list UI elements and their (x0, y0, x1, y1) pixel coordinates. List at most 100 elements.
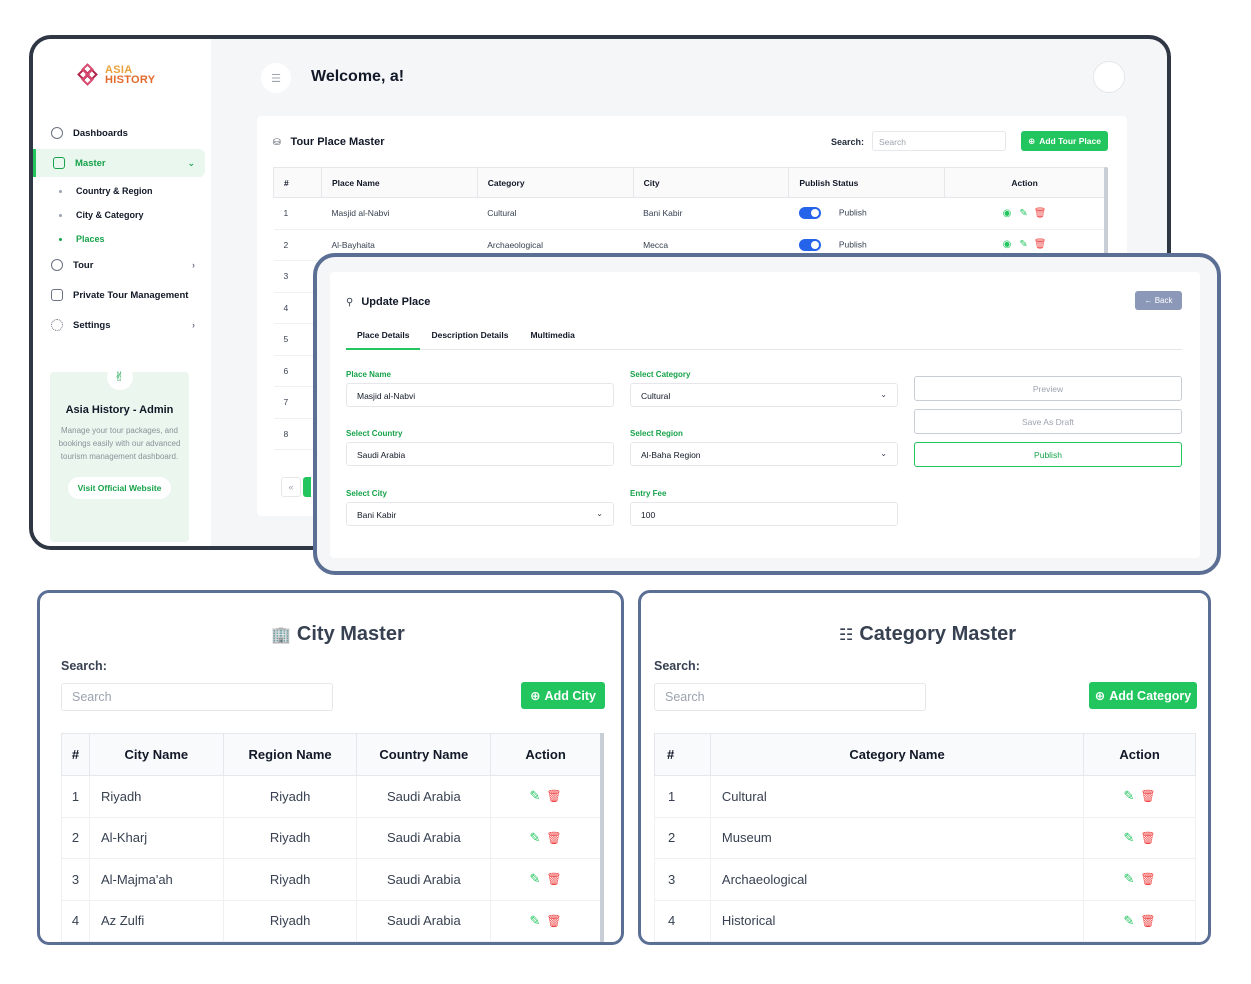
add-city-button[interactable]: ⊕ Add City (521, 682, 605, 709)
back-button[interactable]: ← Back (1135, 291, 1182, 310)
brand-logo[interactable]: ASIA HISTORY (77, 63, 155, 86)
edit-icon[interactable]: ✎ (1124, 871, 1135, 886)
chevron-right-icon: › (192, 260, 195, 270)
visit-website-button[interactable]: Visit Official Website (67, 477, 172, 499)
avatar[interactable] (1093, 61, 1125, 93)
trash-icon[interactable]: 🗑 (1140, 831, 1155, 845)
category-select[interactable]: Cultural ⌄ (630, 383, 898, 407)
column-header[interactable]: Action (1083, 733, 1196, 776)
search-input[interactable]: Search (654, 683, 926, 711)
cell-city: Al-Majma'ah (88, 858, 224, 901)
save-draft-button[interactable]: Save As Draft (914, 409, 1182, 434)
chevron-down-icon: ⌄ (880, 449, 887, 458)
map-icon (51, 289, 63, 301)
search-input[interactable]: Search (61, 683, 333, 711)
column-header[interactable]: City (632, 167, 790, 198)
country-field[interactable]: Saudi Arabia (346, 442, 614, 466)
publish-toggle[interactable] (798, 238, 821, 251)
menu-toggle-button[interactable]: ☰ (261, 63, 291, 93)
column-header[interactable]: Action (944, 167, 1105, 198)
pagination-prev-button[interactable]: « (281, 477, 301, 497)
column-header[interactable]: Category (476, 167, 634, 198)
sidebar-item-settings[interactable]: Settings › (37, 311, 205, 339)
sidebar-item-label: Tour (73, 259, 94, 271)
trash-icon[interactable]: 🗑 (1140, 872, 1155, 886)
trash-icon[interactable]: 🗑 (546, 789, 561, 803)
trash-icon[interactable]: 🗑 (546, 831, 561, 845)
sidebar-item-dashboards[interactable]: Dashboards (37, 119, 205, 147)
bullet-icon (59, 189, 62, 193)
edit-icon[interactable]: ✎ (530, 830, 541, 845)
eye-icon[interactable]: ◉ (1003, 208, 1012, 219)
cell-category: Museum (709, 816, 1085, 859)
city-select[interactable]: Bani Kabir ⌄ (346, 502, 614, 526)
sidebar-item-label: Settings (73, 319, 111, 331)
sidebar-item-tour[interactable]: Tour › (37, 251, 205, 279)
trash-icon[interactable]: 🗑 (546, 872, 561, 886)
search-input[interactable]: Search (872, 131, 1006, 151)
cell-region: Riyadh (222, 858, 358, 901)
region-label: Select Region (630, 429, 683, 438)
city-table: # City Name Region Name Country Name Act… (61, 733, 601, 942)
cell-region: Riyadh (222, 816, 358, 859)
edit-icon[interactable]: ✎ (1124, 830, 1135, 845)
trash-icon[interactable]: 🗑 (1140, 789, 1155, 803)
column-header[interactable]: Country Name (356, 733, 492, 776)
sidebar-subitem-label: Places (76, 234, 105, 244)
edit-icon[interactable]: ✎ (1019, 208, 1027, 219)
sidebar-item-label: Private Tour Management (73, 289, 189, 301)
preview-button[interactable]: Preview (914, 376, 1182, 401)
tab-place-details[interactable]: Place Details (346, 330, 421, 350)
trash-icon[interactable]: 🗑 (1140, 914, 1155, 928)
trash-icon[interactable]: 🗑 (1034, 239, 1047, 250)
publish-toggle[interactable] (798, 207, 821, 220)
column-header[interactable]: City Name (88, 733, 224, 776)
menu-icon: ☰ (271, 72, 281, 85)
select-value: Cultural (641, 391, 671, 401)
logo-icon (77, 63, 99, 86)
add-category-button[interactable]: ⊕ Add Category (1089, 682, 1197, 709)
place-name-field[interactable]: Masjid al-Nabvi (346, 383, 614, 407)
tab-bar: Place Details Description Details Multim… (346, 330, 1182, 350)
select-value: Al-Baha Region (641, 450, 701, 460)
column-header[interactable]: # (654, 733, 711, 776)
chevron-down-icon: ⌄ (187, 157, 195, 168)
edit-icon[interactable]: ✎ (530, 871, 541, 886)
tab-multimedia[interactable]: Multimedia (519, 330, 585, 350)
city-label: Select City (346, 489, 387, 498)
column-header[interactable]: # (61, 733, 90, 776)
table-row: 1 Masjid al-Nabvi Cultural Bani Kabir Pu… (273, 197, 1105, 230)
pagination-page-button[interactable] (303, 477, 311, 497)
sidebar-subitem-country-region[interactable]: Country & Region (37, 179, 205, 203)
column-header[interactable]: Place Name (320, 167, 478, 198)
home-icon (51, 127, 63, 139)
publish-button[interactable]: Publish (914, 442, 1182, 467)
column-header[interactable]: Region Name (222, 733, 358, 776)
cell-city: Riyadh (88, 775, 224, 818)
sidebar-item-master[interactable]: Master ⌄ (33, 149, 205, 177)
entry-fee-field[interactable]: 100 (630, 502, 898, 526)
tab-description-details[interactable]: Description Details (420, 330, 519, 350)
edit-icon[interactable]: ✎ (530, 913, 541, 928)
region-select[interactable]: Al-Baha Region ⌄ (630, 442, 898, 466)
add-tour-place-button[interactable]: ⊕ Add Tour Place (1021, 131, 1108, 151)
trash-icon[interactable]: 🗑 (1034, 208, 1047, 219)
table-scrollbar[interactable] (600, 733, 604, 942)
column-header[interactable]: # (273, 167, 322, 198)
edit-icon[interactable]: ✎ (1124, 913, 1135, 928)
sidebar-subitem-places[interactable]: Places (37, 227, 205, 251)
cell-country: Saudi Arabia (356, 899, 492, 942)
edit-icon[interactable]: ✎ (530, 788, 541, 803)
edit-icon[interactable]: ✎ (1019, 239, 1027, 250)
column-header[interactable]: Category Name (709, 733, 1085, 776)
eye-icon[interactable]: ◉ (1003, 239, 1012, 250)
column-header[interactable]: Action (490, 733, 601, 776)
cell-num: 4 (654, 899, 711, 942)
sidebar-subitem-city-category[interactable]: City & Category (37, 203, 205, 227)
edit-icon[interactable]: ✎ (1124, 788, 1135, 803)
trash-icon[interactable]: 🗑 (546, 914, 561, 928)
sidebar-item-private-tour[interactable]: Private Tour Management (37, 281, 205, 309)
column-header[interactable]: Publish Status (788, 167, 946, 198)
search-label: Search: (831, 137, 865, 147)
map-pin-icon: ⚲ (346, 296, 354, 308)
